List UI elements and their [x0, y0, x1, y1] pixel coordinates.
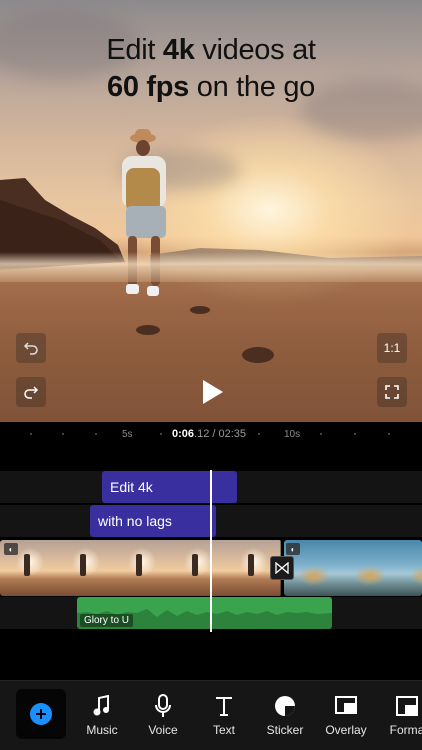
text-icon [216, 697, 232, 716]
text-clip-label: Edit 4k [110, 479, 153, 495]
tool-music[interactable]: Music [72, 693, 132, 737]
bottom-toolbar: Music Voice Text Sticker Overlay Forma [0, 680, 422, 750]
tool-label: Text [212, 723, 235, 737]
audio-clip[interactable]: Glory to U [77, 597, 332, 629]
transition-button[interactable] [270, 556, 294, 580]
ruler-tick-5s: 5s [122, 429, 133, 440]
play-icon[interactable] [198, 378, 226, 406]
video-clip-1[interactable]: ◐ [0, 540, 282, 596]
tool-voice[interactable]: Voice [133, 693, 193, 737]
text-clip-with-no-lags[interactable]: with no lags [90, 505, 216, 537]
video-clip-2[interactable]: ◐ [284, 540, 422, 596]
clip-badge-icon: ◐ [4, 543, 18, 555]
transition-icon [275, 562, 289, 574]
fullscreen-icon [385, 385, 399, 399]
text-clip-label: with no lags [98, 513, 172, 529]
music-note-icon [93, 695, 109, 716]
tool-overlay[interactable]: Overlay [316, 693, 376, 737]
timeline[interactable]: Edit 4k with no lags ◐ ◐ Glory to U [0, 446, 422, 680]
sea-shimmer [0, 252, 422, 282]
clip-badge-icon: ◐ [286, 543, 300, 555]
text-clip-edit-4k[interactable]: Edit 4k [102, 471, 237, 503]
timeline-ruler[interactable]: 5s 0:06.12 / 02:35 10s [0, 422, 422, 446]
ruler-tick-10s: 10s [284, 429, 301, 440]
aspect-ratio-button[interactable]: 1:1 [377, 333, 407, 363]
current-time: 0:06.12 / 02:35 [172, 428, 247, 440]
promo-headline: Edit 4k videos at 60 fps on the go [106, 34, 316, 103]
undo-icon [23, 342, 38, 355]
tool-format[interactable]: Forma [377, 693, 422, 737]
format-icon [396, 696, 418, 716]
plus-icon [30, 703, 52, 725]
undo-button[interactable] [16, 333, 46, 363]
fullscreen-button[interactable] [377, 377, 407, 407]
sticker-icon [275, 696, 295, 716]
video-preview[interactable]: Edit 4k videos at 60 fps on the go 1:1 [0, 0, 422, 422]
redo-icon [24, 386, 39, 399]
tool-label: Voice [148, 723, 178, 737]
tool-sticker[interactable]: Sticker [255, 693, 315, 737]
playhead[interactable] [210, 470, 212, 632]
tool-label: Sticker [266, 723, 304, 737]
redo-button[interactable] [16, 377, 46, 407]
tool-label: Overlay [325, 723, 367, 737]
add-media-button[interactable] [16, 689, 66, 739]
overlay-icon [335, 696, 357, 714]
audio-clip-label: Glory to U [80, 614, 134, 627]
aspect-ratio-label: 1:1 [383, 341, 401, 355]
tool-label: Music [86, 723, 118, 737]
microphone-icon [155, 694, 171, 717]
tool-label: Forma [389, 723, 422, 737]
tool-text[interactable]: Text [194, 693, 254, 737]
